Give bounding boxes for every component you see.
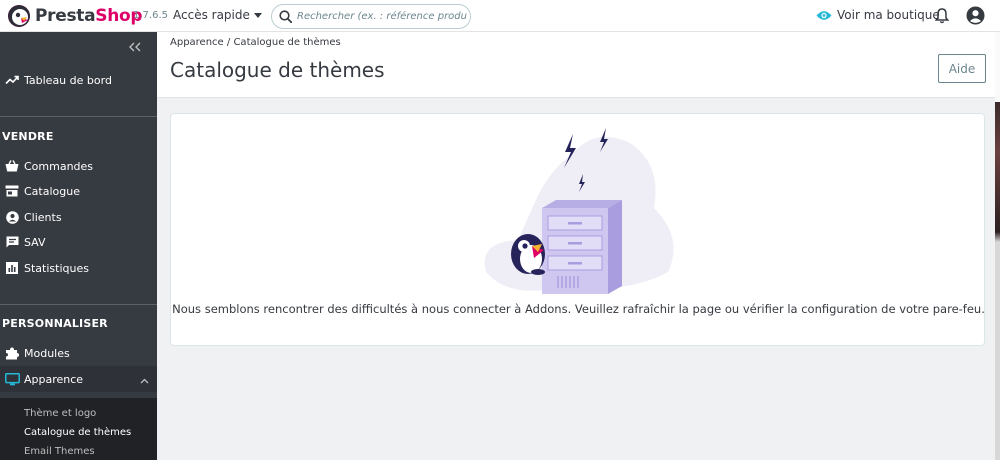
chat-icon [6,236,18,248]
background-window-edge [995,32,1000,460]
breadcrumb-separator: / [226,37,231,48]
collapse-sidebar-icon[interactable] [129,40,141,56]
submenu-theme-logo[interactable]: Thème et logo [24,408,96,419]
page-title: Catalogue de thèmes [170,58,385,82]
top-header: PrestaShop 1.7.6.5 Accès rapide Voir ma … [0,0,1000,32]
submenu-email-themes[interactable]: Email Themes [24,446,95,457]
sidebar-item-catalog[interactable]: Catalogue [0,178,157,204]
search-input[interactable] [297,11,467,22]
user-icon [966,6,985,25]
brand-name: PrestaShop [35,6,143,26]
connection-error-message: Nous semblons rencontrer des difficultés… [172,302,985,316]
breadcrumb-current: Catalogue de thèmes [233,37,341,48]
notifications-button[interactable] [934,7,950,28]
breadcrumb: Apparence / Catalogue de thèmes [170,37,341,48]
sidebar-item-appearance[interactable]: Apparence [0,366,157,392]
version-label: 1.7.6.5 [133,10,168,21]
page-header: Apparence / Catalogue de thèmes Catalogu… [157,32,995,98]
sidebar-item-customers[interactable]: Clients [0,204,157,230]
bell-icon [934,8,950,24]
sidebar-section-sell: VENDRE [2,130,54,143]
help-button[interactable]: Aide [938,54,986,83]
breadcrumb-parent[interactable]: Apparence [170,37,224,48]
sidebar-item-modules[interactable]: Modules [0,340,157,366]
sidebar-label-orders: Commandes [24,159,94,173]
appearance-submenu: Thème et logo Catalogue de thèmes Email … [0,398,157,460]
store-icon [5,185,19,197]
sidebar-item-orders[interactable]: Commandes [0,153,157,179]
sidebar-divider [0,116,157,117]
sidebar-item-stats[interactable]: Statistiques [0,255,157,281]
sidebar-divider [0,304,157,305]
server-disconnected-illustration [484,128,674,294]
view-shop-label: Voir ma boutique [837,8,940,22]
quick-access-label: Accès rapide [173,8,250,22]
shopping-basket-icon [5,160,19,172]
account-button[interactable] [966,6,985,29]
eye-icon [816,10,832,20]
quick-access-dropdown[interactable]: Accès rapide [173,8,262,22]
search-icon [279,10,292,23]
sidebar-section-customize: PERSONNALISER [2,317,108,330]
sidebar-item-support[interactable]: SAV [0,229,157,255]
trending-up-icon [5,75,19,85]
chevron-up-icon [140,374,149,387]
submenu-theme-catalog[interactable]: Catalogue de thèmes [24,427,131,438]
puzzle-icon [6,347,19,359]
search-bar[interactable] [271,4,471,29]
sidebar: Tableau de bord VENDRE Commandes Catalog… [0,32,157,460]
sidebar-label-customers: Clients [24,210,62,224]
sidebar-label-appearance: Apparence [24,372,84,386]
sidebar-item-dashboard[interactable]: Tableau de bord [0,67,157,93]
puffin-logo-icon [8,5,30,27]
sidebar-label-dashboard: Tableau de bord [24,73,112,87]
bar-chart-icon [6,262,18,274]
sidebar-label-support: SAV [24,235,46,249]
sidebar-label-catalog: Catalogue [24,184,80,198]
view-shop-link[interactable]: Voir ma boutique [816,8,940,22]
addons-error-card: Nous semblons rencontrer des difficultés… [170,113,985,346]
account-circle-icon [5,210,19,224]
prestashop-logo[interactable]: PrestaShop [8,5,143,27]
desktop-icon [4,372,20,385]
sidebar-label-stats: Statistiques [24,261,89,275]
caret-down-icon [253,12,262,18]
sidebar-label-modules: Modules [24,346,70,360]
